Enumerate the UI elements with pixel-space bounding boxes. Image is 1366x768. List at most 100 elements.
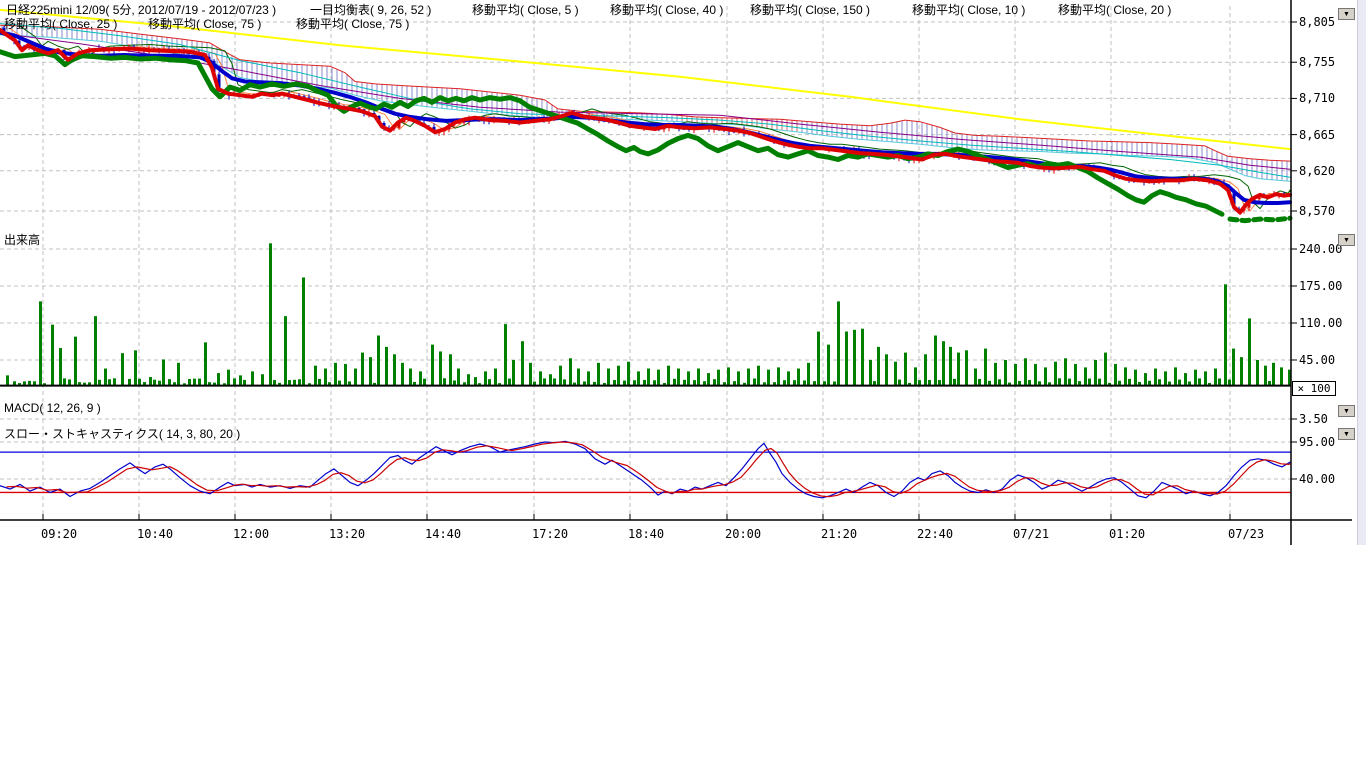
- volume-bar-small: [423, 379, 426, 386]
- volume-bar: [1272, 363, 1275, 386]
- volume-bar: [677, 369, 680, 386]
- volume-bar: [494, 369, 497, 386]
- volume-bar: [504, 324, 507, 385]
- volume-bar: [39, 301, 42, 385]
- volume-bar: [1084, 367, 1087, 385]
- macd-panel-menu-button[interactable]: ▼: [1338, 405, 1355, 417]
- volume-bar: [1224, 284, 1227, 385]
- volume-bar: [474, 377, 477, 386]
- volume-bar: [74, 337, 77, 386]
- volume-bar: [549, 374, 552, 385]
- time-tick-label: 21:20: [821, 527, 857, 541]
- volume-bar: [162, 359, 165, 385]
- time-tick-label: 14:40: [425, 527, 461, 541]
- volume-bar: [914, 367, 917, 385]
- header-indicator-label: 移動平均( Close, 5 ): [472, 1, 579, 18]
- chart-app-window: { "header": { "line1": [ {"x":6,"text":"…: [0, 0, 1366, 768]
- volume-bar: [617, 366, 620, 386]
- volume-bar: [539, 371, 542, 385]
- volume-bar: [949, 347, 952, 386]
- volume-bar: [1094, 360, 1097, 386]
- volume-bar-small: [1218, 378, 1221, 385]
- volume-bar: [807, 363, 810, 386]
- volume-bar-small: [138, 379, 141, 386]
- volume-bar: [767, 370, 770, 386]
- volume-bar-small: [753, 379, 756, 386]
- volume-bar: [559, 366, 562, 386]
- volume-bar: [747, 369, 750, 386]
- volume-bar: [667, 366, 670, 386]
- volume-bar-small: [1128, 379, 1131, 386]
- volume-panel-label: 出来高: [4, 231, 40, 248]
- price-tick-label: 8,665: [1299, 128, 1335, 142]
- stoch-k-line: [0, 441, 1290, 498]
- price-tick-label: 8,570: [1299, 204, 1335, 218]
- volume-bar: [885, 354, 888, 385]
- volume-bar-small: [1198, 378, 1201, 385]
- header-indicator-label: 移動平均( Close, 75 ): [148, 15, 261, 32]
- volume-bar: [217, 373, 220, 386]
- header-indicator-label: 移動平均( Close, 10 ): [912, 1, 1025, 18]
- volume-bar-small: [953, 379, 956, 386]
- volume-bar: [1174, 367, 1177, 385]
- volume-bar: [369, 357, 372, 385]
- volume-bar-small: [198, 379, 201, 386]
- time-tick-label: 07/23: [1228, 527, 1264, 541]
- price-tick-label: 8,805: [1299, 15, 1335, 29]
- macd-tick-label: 3.50: [1299, 412, 1328, 426]
- volume-bar: [627, 362, 630, 386]
- right-scrollbar[interactable]: [1357, 0, 1366, 545]
- volume-bar: [314, 366, 317, 386]
- time-tick-label: 10:40: [137, 527, 173, 541]
- stoch-d-line: [7, 442, 1290, 497]
- volume-bar: [787, 371, 790, 385]
- time-tick-label: 07/21: [1013, 527, 1049, 541]
- time-tick-label: 09:20: [41, 527, 77, 541]
- volume-bar: [957, 353, 960, 386]
- volume-bar-small: [63, 378, 66, 385]
- volume-bar: [344, 364, 347, 386]
- stoch-panel-menu-button[interactable]: ▼: [1338, 428, 1355, 440]
- volume-bar: [512, 360, 515, 386]
- volume-bar: [401, 363, 404, 386]
- volume-bar: [894, 362, 897, 386]
- header-indicator-label: 移動平均( Close, 20 ): [1058, 1, 1171, 18]
- volume-tick-label: 110.00: [1299, 316, 1342, 330]
- volume-bar-small: [193, 379, 196, 386]
- volume-bar: [439, 351, 442, 385]
- volume-bar: [697, 369, 700, 386]
- volume-bar-small: [553, 378, 556, 385]
- volume-bar: [1104, 353, 1107, 386]
- volume-bar: [204, 342, 207, 385]
- volume-bar-small: [1098, 379, 1101, 386]
- volume-panel-menu-button[interactable]: ▼: [1338, 234, 1355, 246]
- volume-bar: [1280, 367, 1283, 385]
- volume-bar: [269, 243, 272, 385]
- volume-bar: [1004, 360, 1007, 386]
- volume-bar-small: [233, 378, 236, 385]
- volume-bar: [637, 371, 640, 385]
- volume-bar: [827, 345, 830, 386]
- volume-bar: [334, 363, 337, 386]
- volume-bar: [1232, 349, 1235, 386]
- volume-bar: [607, 369, 610, 386]
- volume-bar-small: [508, 379, 511, 386]
- volume-bar: [1204, 371, 1207, 385]
- volume-bar: [377, 336, 380, 386]
- volume-bar: [924, 354, 927, 385]
- volume-bar: [361, 353, 364, 386]
- volume-bar: [385, 347, 388, 386]
- volume-bar: [6, 375, 9, 385]
- volume-bar: [1034, 364, 1037, 386]
- volume-bar: [1194, 370, 1197, 386]
- price-tick-label: 8,710: [1299, 91, 1335, 105]
- volume-bar: [261, 374, 264, 385]
- volume-bar-small: [673, 379, 676, 386]
- volume-bar: [597, 363, 600, 386]
- volume-tick-label: 175.00: [1299, 279, 1342, 293]
- time-tick-label: 01:20: [1109, 527, 1145, 541]
- volume-bar: [569, 358, 572, 385]
- volume-bar: [777, 367, 780, 385]
- volume-bar: [1154, 369, 1157, 386]
- main-panel-menu-button[interactable]: ▼: [1338, 8, 1355, 20]
